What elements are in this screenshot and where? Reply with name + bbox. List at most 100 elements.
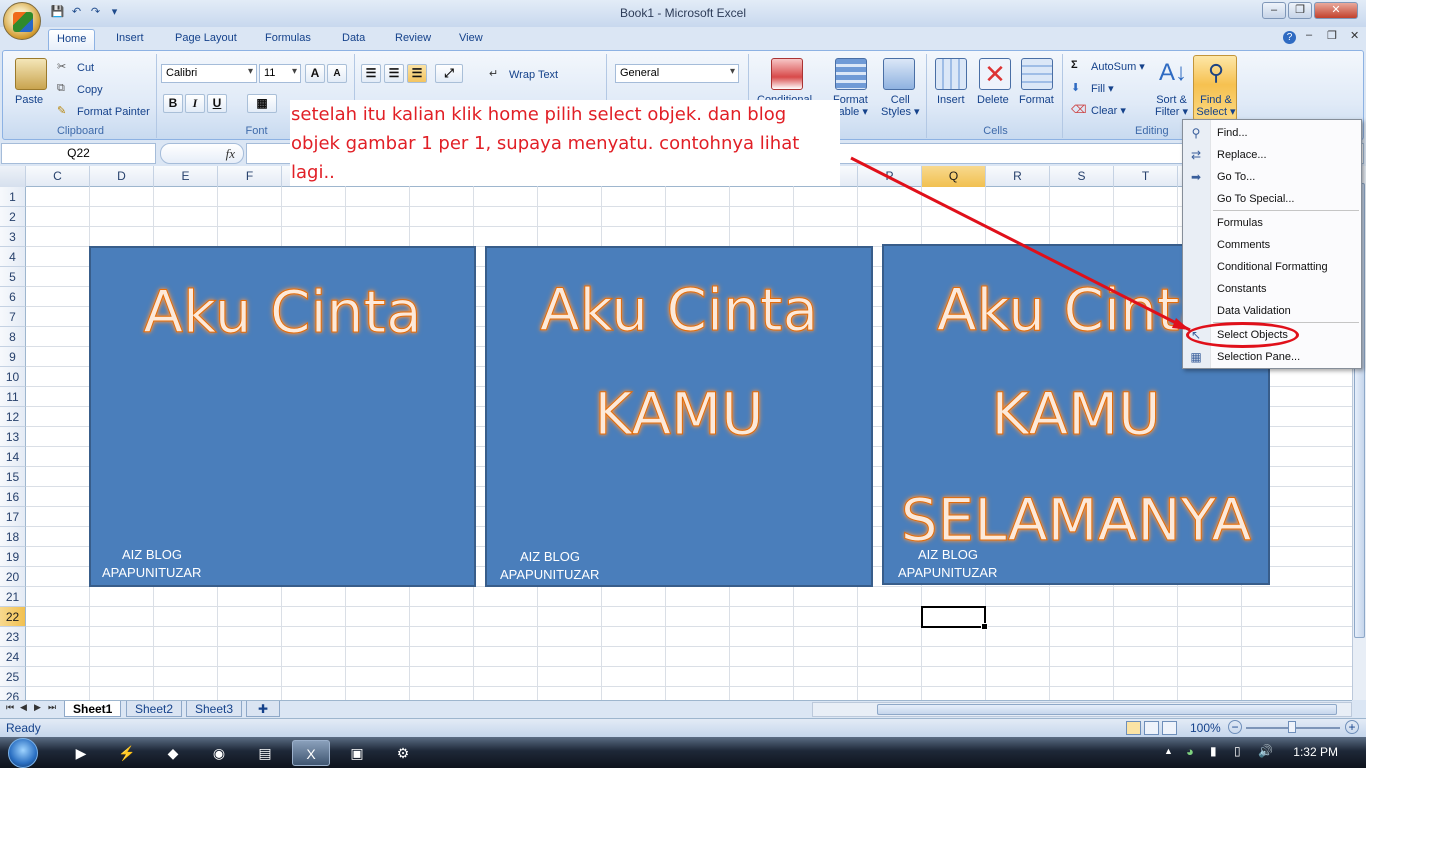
paste-button[interactable]: Paste	[15, 94, 43, 106]
menu-item-go-to[interactable]: Go To...	[1217, 171, 1255, 183]
tab-formulas[interactable]: Formulas	[257, 29, 319, 50]
last-sheet-icon[interactable]: ⏭	[48, 702, 56, 713]
tab-insert[interactable]: Insert	[108, 29, 152, 50]
column-header-c[interactable]: C	[26, 166, 90, 187]
tab-page-layout[interactable]: Page Layout	[167, 29, 245, 50]
row-header-4[interactable]: 4	[0, 247, 26, 267]
menu-item-conditional-formatting[interactable]: Conditional Formatting	[1217, 261, 1328, 273]
format-painter-button[interactable]: ✎ Format Painter	[57, 104, 150, 120]
menu-item-formulas[interactable]: Formulas	[1217, 217, 1263, 229]
save-icon[interactable]: 💾	[50, 5, 65, 20]
row-header-19[interactable]: 19	[0, 547, 26, 567]
zoom-out-icon[interactable]: −	[1228, 720, 1242, 734]
cell-styles-icon[interactable]	[883, 58, 915, 90]
menu-item-go-to-special[interactable]: Go To Special...	[1217, 193, 1294, 205]
zoom-level[interactable]: 100%	[1190, 721, 1221, 735]
ribbon-close-icon[interactable]: ✕	[1350, 29, 1359, 42]
format-cells-button[interactable]: Format	[1019, 94, 1054, 106]
row-header-5[interactable]: 5	[0, 267, 26, 287]
align-middle-button[interactable]: ☰	[384, 64, 404, 83]
row-header-14[interactable]: 14	[0, 447, 26, 467]
maximize-button[interactable]: ❐	[1288, 2, 1312, 19]
copy-button[interactable]: ⧉ Copy	[57, 82, 103, 98]
cell-styles-button[interactable]: Cell Styles ▾	[881, 94, 920, 118]
number-format-combo[interactable]: General	[615, 64, 739, 83]
row-header-7[interactable]: 7	[0, 307, 26, 327]
excel-taskbar-icon[interactable]: X	[292, 740, 330, 766]
row-header-12[interactable]: 12	[0, 407, 26, 427]
horizontal-scrollbar[interactable]	[812, 702, 1352, 717]
tray-network-icon[interactable]: ◕	[1186, 744, 1194, 759]
underline-button[interactable]: U	[207, 94, 227, 113]
fill-button[interactable]: ⬇ Fill ▾	[1071, 81, 1114, 97]
align-top-button[interactable]: ☰	[361, 64, 381, 83]
customize-qat-icon[interactable]: ▾	[107, 5, 122, 20]
row-header-2[interactable]: 2	[0, 207, 26, 227]
select-all-corner[interactable]	[0, 166, 26, 187]
row-header-24[interactable]: 24	[0, 647, 26, 667]
row-header-18[interactable]: 18	[0, 527, 26, 547]
column-header-p[interactable]: P	[858, 166, 922, 187]
row-header-20[interactable]: 20	[0, 567, 26, 587]
page-layout-view-icon[interactable]	[1144, 721, 1159, 735]
delete-cells-button[interactable]: Delete	[977, 94, 1009, 106]
tab-view[interactable]: View	[451, 29, 491, 50]
sheet-tab-2[interactable]: Sheet2	[126, 701, 183, 717]
format-as-table-icon[interactable]	[835, 58, 867, 90]
tab-home[interactable]: Home	[48, 29, 96, 50]
find-select-button[interactable]: ⚲ Find & Select ▾	[1193, 55, 1237, 121]
picture-panel-1[interactable]: Aku Cinta AIZ BLOG APAPUNITUZAR	[89, 246, 476, 587]
minimize-button[interactable]: –	[1262, 2, 1286, 19]
office-button[interactable]	[3, 2, 41, 40]
delete-cells-icon[interactable]: ✕	[979, 58, 1011, 90]
tray-volume-icon[interactable]: 🔊	[1258, 744, 1273, 758]
row-header-1[interactable]: 1	[0, 187, 26, 207]
orientation-button[interactable]: ⤢	[435, 64, 463, 83]
prev-sheet-icon[interactable]: ◀	[20, 702, 27, 713]
cut-button[interactable]: ✂ Cut	[57, 60, 94, 76]
next-sheet-icon[interactable]: ▶	[34, 702, 41, 713]
column-header-d[interactable]: D	[90, 166, 154, 187]
autosum-button[interactable]: Σ AutoSum ▾	[1071, 59, 1145, 75]
insert-function-button[interactable]: fx	[160, 143, 244, 164]
insert-sheet-icon[interactable]: ✚	[246, 701, 280, 717]
conditional-formatting-icon[interactable]	[771, 58, 803, 90]
sort-filter-icon[interactable]: A↓	[1157, 58, 1189, 90]
menu-item-constants[interactable]: Constants	[1217, 283, 1267, 295]
font-size-combo[interactable]: 11	[259, 64, 301, 83]
row-header-25[interactable]: 25	[0, 667, 26, 687]
row-header-22[interactable]: 22	[0, 607, 26, 627]
folder-icon[interactable]: ▤	[246, 740, 284, 766]
tab-review[interactable]: Review	[387, 29, 439, 50]
paste-icon[interactable]	[15, 58, 47, 90]
app-icon-8[interactable]: ⚙	[384, 740, 422, 766]
ribbon-minimize-icon[interactable]: –	[1306, 29, 1312, 41]
font-name-combo[interactable]: Calibri	[161, 64, 257, 83]
ribbon-restore-icon[interactable]: ❐	[1327, 29, 1337, 42]
worksheet-grid[interactable]: CDEFGHIJKLMNOPQRSTU 12345678910111213141…	[0, 166, 1352, 700]
close-button[interactable]: ✕	[1314, 2, 1358, 19]
wrap-text-button[interactable]: ↵ Wrap Text	[489, 67, 558, 83]
menu-item-data-validation[interactable]: Data Validation	[1217, 305, 1291, 317]
row-header-15[interactable]: 15	[0, 467, 26, 487]
clear-button[interactable]: ⌫ Clear ▾	[1071, 103, 1126, 119]
tray-battery-icon[interactable]: ▯	[1234, 744, 1241, 758]
sort-filter-button[interactable]: Sort & Filter ▾	[1155, 94, 1188, 118]
column-header-f[interactable]: F	[218, 166, 282, 187]
start-button[interactable]	[8, 738, 38, 768]
italic-button[interactable]: I	[185, 94, 205, 113]
shrink-font-button[interactable]: A	[327, 64, 347, 83]
redo-icon[interactable]: ↷	[88, 5, 103, 20]
row-header-21[interactable]: 21	[0, 587, 26, 607]
row-header-8[interactable]: 8	[0, 327, 26, 347]
insert-cells-button[interactable]: Insert	[937, 94, 965, 106]
row-header-16[interactable]: 16	[0, 487, 26, 507]
sheet-tab-1[interactable]: Sheet1	[64, 701, 122, 717]
zoom-slider-thumb[interactable]	[1288, 721, 1296, 733]
column-header-e[interactable]: E	[154, 166, 218, 187]
tray-signal-icon[interactable]: ▮	[1210, 744, 1217, 758]
column-header-r[interactable]: R	[986, 166, 1050, 187]
insert-cells-icon[interactable]	[935, 58, 967, 90]
row-header-26[interactable]: 26	[0, 687, 26, 700]
borders-button[interactable]: ▦	[247, 94, 277, 113]
